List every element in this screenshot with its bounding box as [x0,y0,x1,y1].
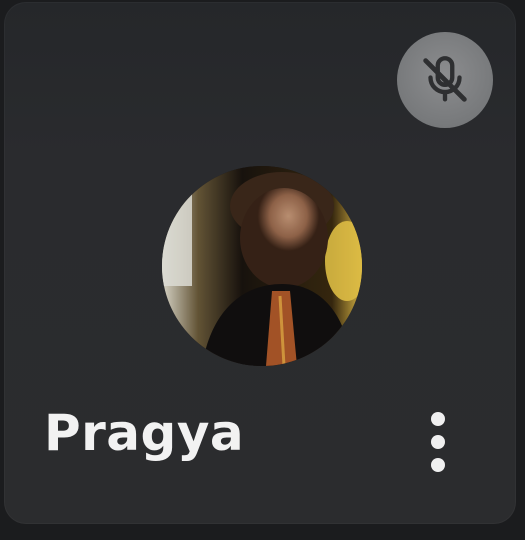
mic-off-badge [397,32,493,128]
more-vert-icon-dot [431,458,445,472]
more-options-button[interactable] [410,400,466,484]
more-vert-icon-dot [431,435,445,449]
participant-name: Pragya [44,404,245,462]
profile-photo [162,166,362,366]
more-vert-icon [431,412,445,426]
avatar [162,166,362,366]
participant-tile[interactable]: Pragya [4,2,516,524]
mic-off-icon [423,56,467,102]
